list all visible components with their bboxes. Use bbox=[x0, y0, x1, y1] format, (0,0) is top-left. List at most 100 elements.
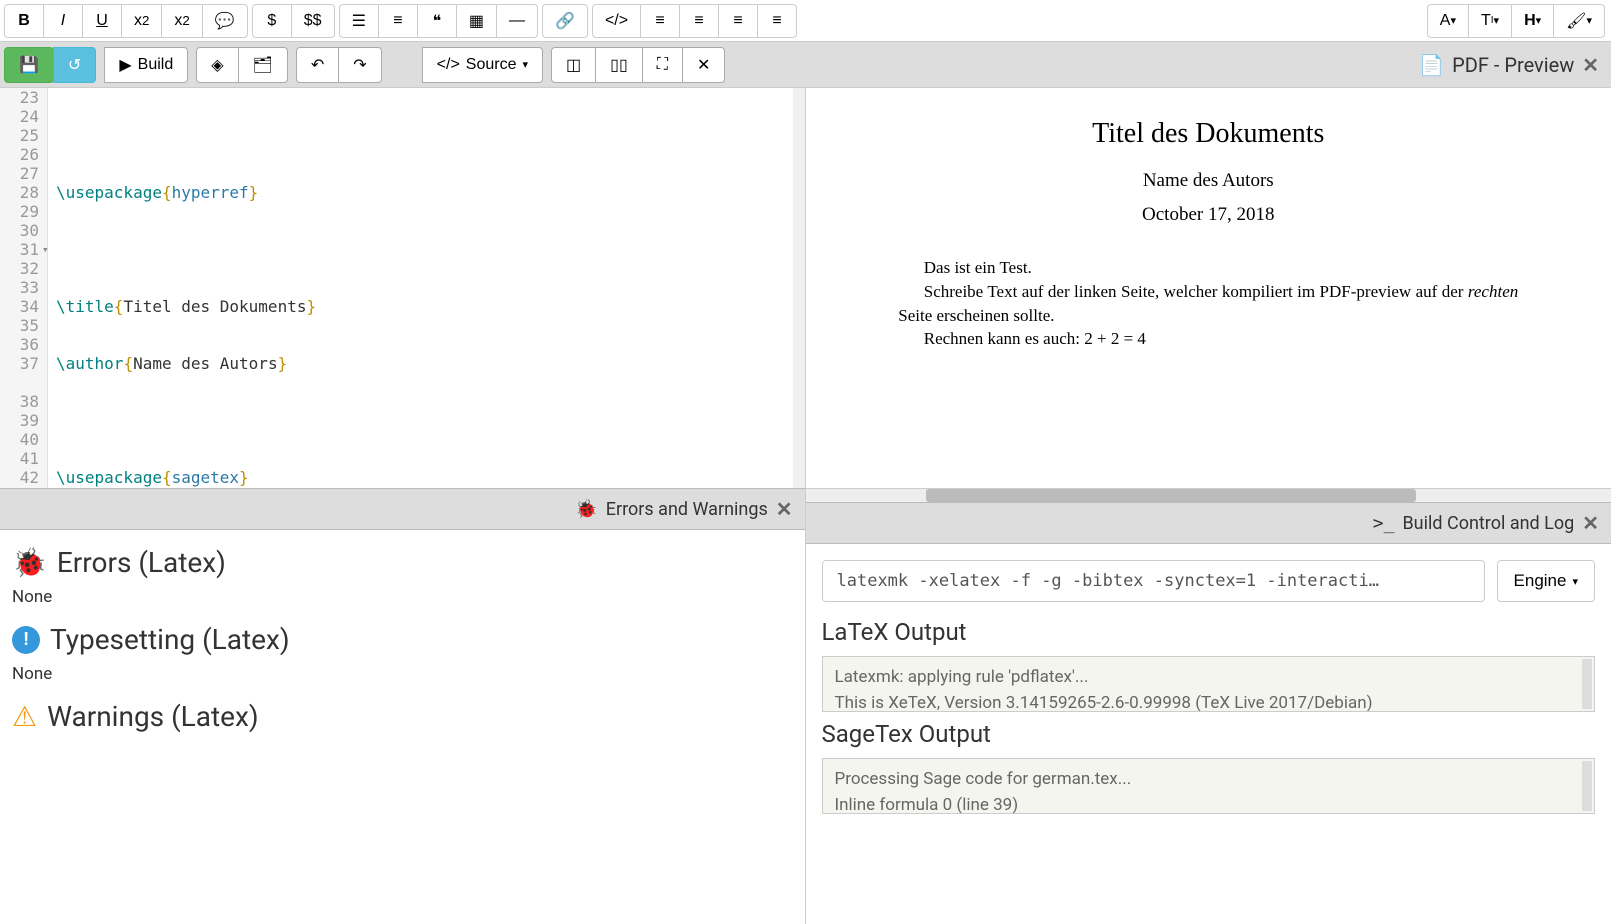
pdf-author: Name des Autors bbox=[898, 170, 1518, 192]
layers-icon: ◈ bbox=[211, 55, 223, 75]
editor-scrollbar[interactable] bbox=[793, 88, 805, 488]
color-menu[interactable]: 🖌 bbox=[1553, 4, 1605, 38]
undo-button[interactable]: ↶ bbox=[296, 47, 339, 83]
split-h-icon: ▯▯ bbox=[610, 55, 628, 75]
align-left-button[interactable]: ≡ bbox=[640, 4, 680, 38]
close-errors-button[interactable]: ✕ bbox=[776, 497, 793, 521]
pdf-horizontal-scrollbar[interactable] bbox=[806, 488, 1611, 502]
split-v-button[interactable]: ◫ bbox=[551, 47, 596, 83]
latex-output-box[interactable]: Latexmk: applying rule 'pdflatex'... Thi… bbox=[822, 656, 1596, 712]
history-button[interactable]: ↺ bbox=[53, 47, 96, 83]
source-dropdown[interactable]: </>Source bbox=[422, 47, 543, 83]
typesetting-heading: Typesetting (Latex) bbox=[50, 623, 290, 656]
code-content[interactable]: \usepackage{hyperref} \title{Titel des D… bbox=[48, 88, 805, 488]
bug-icon: 🐞 bbox=[575, 499, 597, 520]
redo-icon: ↷ bbox=[353, 55, 366, 75]
bold-button[interactable]: B bbox=[4, 4, 44, 38]
italic-button[interactable]: I bbox=[43, 4, 83, 38]
output-scrollbar[interactable] bbox=[1582, 659, 1592, 709]
sagetex-output-heading: SageTex Output bbox=[822, 720, 1596, 748]
fullscreen-icon: ⛶ bbox=[657, 56, 668, 74]
hr-button[interactable]: — bbox=[496, 4, 538, 38]
pdf-icon: 📄 bbox=[1419, 53, 1444, 77]
align-justify-button[interactable]: ≡ bbox=[757, 4, 797, 38]
code-editor[interactable]: 232425 262728 2930 31▾ 323334 353637 383… bbox=[0, 88, 805, 488]
undo-icon: ↶ bbox=[311, 55, 324, 75]
build-panel-title: Build Control and Log bbox=[1402, 513, 1574, 534]
pdf-paragraph: Das ist ein Test. bbox=[898, 256, 1518, 280]
pdf-paragraph: Rechnen kann es auch: 2 + 2 = 4 bbox=[898, 327, 1518, 351]
math-display-button[interactable]: $$ bbox=[291, 4, 335, 38]
bullet-list-button[interactable]: ☰ bbox=[339, 4, 379, 38]
redo-button[interactable]: ↷ bbox=[338, 47, 381, 83]
layers-button[interactable]: ◈ bbox=[196, 47, 238, 83]
pdf-paragraph: Schreibe Text auf der linken Seite, welc… bbox=[898, 280, 1518, 328]
table-icon: ▦ bbox=[469, 11, 484, 31]
link-icon: 🔗 bbox=[555, 11, 575, 31]
errors-panel: 🐞 Errors (Latex) None ! Typesetting (Latex… bbox=[0, 530, 805, 924]
code-icon: </> bbox=[437, 56, 460, 74]
split-v-icon: ◫ bbox=[566, 55, 581, 75]
warning-icon: ⚠ bbox=[12, 700, 37, 733]
errors-heading: Errors (Latex) bbox=[57, 546, 226, 579]
superscript-button[interactable]: x2 bbox=[161, 4, 202, 38]
save-button[interactable]: 💾 bbox=[4, 47, 54, 83]
pdf-page: Titel des Dokuments Name des Autors Octo… bbox=[858, 88, 1558, 381]
errors-none-text: None bbox=[12, 587, 793, 607]
math-inline-button[interactable]: $ bbox=[252, 4, 292, 38]
numbered-list-icon: ≡ bbox=[393, 12, 402, 30]
engine-dropdown[interactable]: Engine bbox=[1497, 560, 1595, 602]
link-button[interactable]: 🔗 bbox=[542, 4, 588, 38]
table-button[interactable]: ▦ bbox=[456, 4, 497, 38]
errors-panel-title: Errors and Warnings bbox=[606, 499, 768, 520]
fullscreen-button[interactable]: ⛶ bbox=[642, 47, 683, 83]
terminal-icon: >_ bbox=[1373, 513, 1395, 534]
build-toolbar: 💾 ↺ ▶Build ◈ 🗂 ↶ ↷ </>Source ◫ ▯▯ ⛶ ✕ 📄 … bbox=[0, 42, 1611, 88]
warnings-heading: Warnings (Latex) bbox=[47, 700, 259, 733]
subscript-button[interactable]: x2 bbox=[121, 4, 162, 38]
font-menu[interactable]: A bbox=[1427, 4, 1469, 38]
pdf-preview-pane[interactable]: Titel des Dokuments Name des Autors Octo… bbox=[806, 88, 1611, 488]
hr-icon: — bbox=[509, 12, 525, 30]
latex-output-heading: LaTeX Output bbox=[822, 618, 1596, 646]
align-center-button[interactable]: ≡ bbox=[679, 4, 719, 38]
formatting-toolbar: B I U x2 x2 💬 $ $$ ☰ ≡ ❝ ▦ — 🔗 </> ≡ ≡ ≡… bbox=[0, 0, 1611, 42]
numbered-list-button[interactable]: ≡ bbox=[378, 4, 418, 38]
heading-menu[interactable]: H bbox=[1511, 4, 1554, 38]
bug-icon: 🐞 bbox=[12, 546, 47, 579]
code-button[interactable]: </> bbox=[592, 4, 641, 38]
comment-button[interactable]: 💬 bbox=[202, 4, 248, 38]
typesetting-none-text: None bbox=[12, 664, 793, 684]
sagetex-output-box[interactable]: Processing Sage code for german.tex... I… bbox=[822, 758, 1596, 814]
errors-panel-header: 🐞 Errors and Warnings ✕ bbox=[0, 488, 805, 530]
build-panel: latexmk -xelatex -f -g -bibtex -synctex=… bbox=[806, 544, 1611, 924]
split-h-button[interactable]: ▯▯ bbox=[595, 47, 643, 83]
pdf-date: October 17, 2018 bbox=[898, 204, 1518, 226]
build-button[interactable]: ▶Build bbox=[104, 47, 188, 83]
quote-button[interactable]: ❝ bbox=[417, 4, 457, 38]
info-icon: ! bbox=[12, 626, 40, 654]
textsize-menu[interactable]: TI bbox=[1468, 4, 1512, 38]
code-icon: </> bbox=[605, 12, 628, 30]
history-icon: ↺ bbox=[68, 55, 81, 75]
underline-button[interactable]: U bbox=[82, 4, 122, 38]
quote-icon: ❝ bbox=[433, 11, 442, 31]
close-preview-button[interactable]: ✕ bbox=[1582, 53, 1599, 77]
bullet-list-icon: ☰ bbox=[352, 11, 366, 31]
align-right-button[interactable]: ≡ bbox=[718, 4, 758, 38]
build-panel-header: >_ Build Control and Log ✕ bbox=[806, 502, 1611, 544]
output-scrollbar[interactable] bbox=[1582, 761, 1592, 811]
align-left-icon: ≡ bbox=[655, 12, 664, 30]
line-gutter: 232425 262728 2930 31▾ 323334 353637 383… bbox=[0, 88, 48, 488]
close-editor-button[interactable]: ✕ bbox=[682, 47, 725, 83]
comment-icon: 💬 bbox=[215, 11, 235, 31]
pdf-preview-label: PDF - Preview bbox=[1452, 53, 1574, 77]
close-build-button[interactable]: ✕ bbox=[1582, 511, 1599, 535]
tree-button[interactable]: 🗂 bbox=[238, 47, 288, 83]
align-right-icon: ≡ bbox=[733, 12, 742, 30]
align-justify-icon: ≡ bbox=[772, 12, 781, 30]
close-icon: ✕ bbox=[697, 55, 710, 75]
build-command-input[interactable]: latexmk -xelatex -f -g -bibtex -synctex=… bbox=[822, 560, 1485, 602]
brush-icon: 🖌 bbox=[1566, 11, 1586, 31]
tree-icon: 🗂 bbox=[253, 55, 273, 75]
